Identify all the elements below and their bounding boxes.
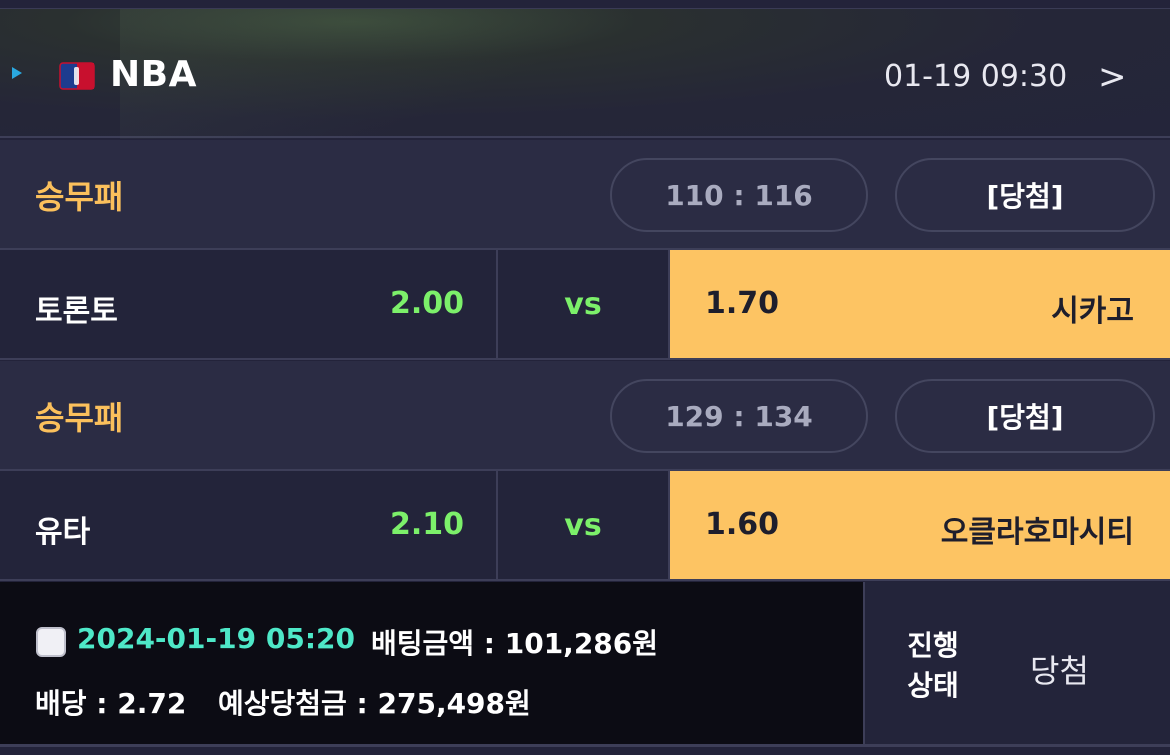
- bet-date: 2024-01-19 05:20: [77, 622, 355, 655]
- home-team-name: 토론토: [35, 294, 118, 329]
- market-type-label: 승무패: [35, 399, 124, 437]
- result-badge: [당첨]: [895, 158, 1155, 232]
- away-odds-value: 1.60: [705, 507, 780, 542]
- home-odds-button[interactable]: 유타 2.10: [0, 471, 498, 579]
- market-row: 승무패 129 : 134 [당첨]: [0, 361, 1170, 471]
- vs-label: vs: [498, 471, 670, 579]
- away-team-name: 시카고: [1051, 294, 1134, 329]
- nba-logo-icon: [59, 62, 95, 90]
- chevron-right-icon[interactable]: >: [1098, 57, 1127, 97]
- bet-amount: 배팅금액 : 101,286원: [371, 627, 659, 660]
- home-team-name: 유타: [35, 515, 91, 550]
- header-background: [120, 9, 820, 139]
- home-odds-value: 2.10: [389, 507, 464, 542]
- match-header[interactable]: NBA 01-19 09:30 >: [0, 8, 1170, 139]
- expected-winnings: 예상당첨금 : 275,498원: [218, 687, 531, 720]
- odds-row: 유타 2.10 vs 1.60 오클라호마시티: [0, 471, 1170, 581]
- league-name: NBA: [110, 54, 197, 95]
- bet-summary: 2024-01-19 05:20 배팅금액 : 101,286원 배당 : 2.…: [0, 582, 1170, 745]
- play-icon: [12, 67, 22, 79]
- vs-label: vs: [498, 250, 670, 358]
- final-score-badge: 129 : 134: [610, 379, 868, 453]
- away-odds-value: 1.70: [705, 286, 780, 321]
- odds-row: 토론토 2.00 vs 1.70 시카고: [0, 250, 1170, 360]
- away-odds-button-selected[interactable]: 1.60 오클라호마시티: [670, 471, 1170, 579]
- select-checkbox[interactable]: [36, 627, 66, 657]
- bet-slip-card: NBA 01-19 09:30 > 승무패 110 : 116 [당첨] 토론토…: [0, 0, 1170, 755]
- home-odds-button[interactable]: 토론토 2.00: [0, 250, 498, 358]
- away-odds-button-selected[interactable]: 1.70 시카고: [670, 250, 1170, 358]
- home-odds-value: 2.00: [389, 286, 464, 321]
- status-label: 진행 상태: [907, 629, 959, 702]
- market-row: 승무패 110 : 116 [당첨]: [0, 140, 1170, 250]
- market-type-label: 승무패: [35, 178, 124, 216]
- result-badge: [당첨]: [895, 379, 1155, 453]
- status-value: 당첨: [1030, 652, 1089, 690]
- final-score-badge: 110 : 116: [610, 158, 868, 232]
- bet-details-panel: 2024-01-19 05:20 배팅금액 : 101,286원 배당 : 2.…: [0, 582, 865, 744]
- divider: [0, 744, 1170, 747]
- total-odds: 배당 : 2.72: [35, 687, 187, 720]
- away-team-name: 오클라호마시티: [940, 515, 1134, 550]
- game-time: 01-19 09:30: [884, 59, 1068, 94]
